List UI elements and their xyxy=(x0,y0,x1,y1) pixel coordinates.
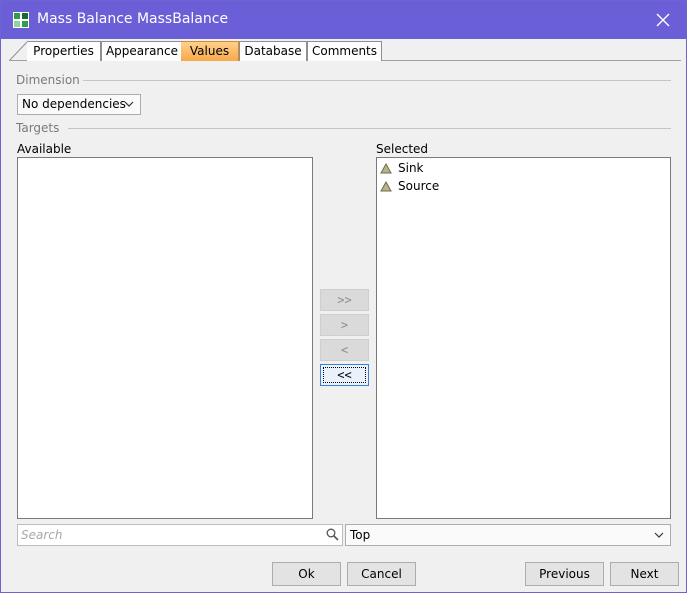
tab-label: Properties xyxy=(33,44,94,58)
triangle-icon xyxy=(380,180,392,192)
search-input[interactable]: Search xyxy=(17,524,343,546)
position-select[interactable]: Top xyxy=(345,524,671,546)
tab-properties[interactable]: Properties xyxy=(27,41,101,61)
list-item-source[interactable]: Source xyxy=(380,177,439,195)
list-item-sink[interactable]: Sink xyxy=(380,159,424,177)
app-logo-icon xyxy=(13,12,29,28)
list-item-label: Source xyxy=(398,179,440,193)
title-bar[interactable]: Mass Balance MassBalance xyxy=(1,1,686,39)
tab-label: Appearance xyxy=(105,44,179,58)
cancel-button[interactable]: Cancel xyxy=(347,562,416,586)
add-button[interactable]: > xyxy=(320,314,369,336)
tab-label: Comments xyxy=(311,44,378,58)
chevron-down-icon xyxy=(654,532,664,538)
tab-label: Database xyxy=(244,44,302,58)
chevron-down-icon xyxy=(124,101,134,107)
dialog-window: Mass Balance MassBalance Properties Appe… xyxy=(0,0,687,593)
window-title: Mass Balance MassBalance xyxy=(37,11,229,27)
tab-strip-corner xyxy=(9,41,28,61)
next-button[interactable]: Next xyxy=(610,562,679,586)
search-icon[interactable] xyxy=(326,528,339,541)
ok-button[interactable]: Ok xyxy=(272,562,341,586)
dimension-select[interactable]: No dependencies xyxy=(17,94,141,115)
dimension-divider xyxy=(83,80,671,81)
remove-button[interactable]: < xyxy=(320,339,369,361)
tab-values[interactable]: Values xyxy=(181,41,239,61)
previous-button[interactable]: Previous xyxy=(525,562,604,586)
search-placeholder: Search xyxy=(21,528,63,542)
selected-label: Selected xyxy=(376,142,429,156)
targets-section-label: Targets xyxy=(16,121,60,135)
targets-divider xyxy=(68,128,671,129)
available-list[interactable] xyxy=(17,157,313,519)
triangle-icon xyxy=(380,162,392,174)
add-all-button[interactable]: >> xyxy=(320,289,369,311)
close-icon xyxy=(656,13,670,27)
available-label: Available xyxy=(17,142,72,156)
tab-comments[interactable]: Comments xyxy=(307,41,382,61)
selected-list[interactable]: Sink Source xyxy=(376,157,671,519)
dimension-section-label: Dimension xyxy=(16,73,80,87)
dimension-select-value: No dependencies xyxy=(22,97,126,111)
remove-all-button[interactable]: << xyxy=(320,364,369,386)
tab-database[interactable]: Database xyxy=(239,41,307,61)
tab-appearance[interactable]: Appearance xyxy=(101,41,183,61)
close-button[interactable] xyxy=(640,1,686,39)
list-item-label: Sink xyxy=(398,161,424,175)
position-select-value: Top xyxy=(350,528,371,542)
tab-label: Values xyxy=(189,44,230,58)
